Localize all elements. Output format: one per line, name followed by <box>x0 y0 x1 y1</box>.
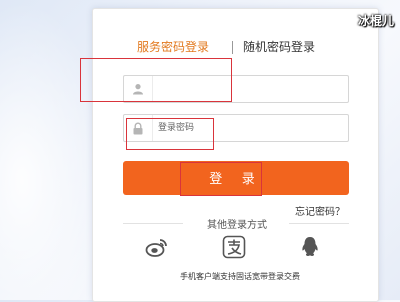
divider-left <box>123 223 183 224</box>
password-field[interactable] <box>123 114 349 142</box>
username-field[interactable] <box>123 75 349 103</box>
alipay-icon[interactable] <box>222 235 246 259</box>
weibo-icon[interactable] <box>145 235 169 259</box>
divider-right <box>289 223 349 224</box>
other-login-title: 其他登录方式 <box>207 220 267 231</box>
qq-icon[interactable] <box>298 235 322 259</box>
tab-service-password[interactable]: 服务密码登录 <box>137 39 209 55</box>
password-input[interactable] <box>158 120 338 136</box>
forgot-password-link[interactable]: 忘记密码？ <box>295 203 345 218</box>
tab-random-password[interactable]: 随机密码登录 <box>243 39 315 55</box>
username-input[interactable] <box>158 81 338 97</box>
lock-icon <box>124 115 153 141</box>
user-icon <box>124 76 153 102</box>
login-tabs: 服务密码登录 随机密码登录 <box>93 39 378 59</box>
footer-note: 手机客户端支持固话宽带登录交费 <box>180 272 300 281</box>
login-panel: 服务密码登录 随机密码登录 登 录 忘记密码？ 其他登录方式 手机客户端支持固话… <box>92 8 379 302</box>
login-button[interactable]: 登 录 <box>123 161 349 195</box>
tab-separator <box>232 41 233 54</box>
watermark: 冰棍儿 <box>357 14 394 28</box>
